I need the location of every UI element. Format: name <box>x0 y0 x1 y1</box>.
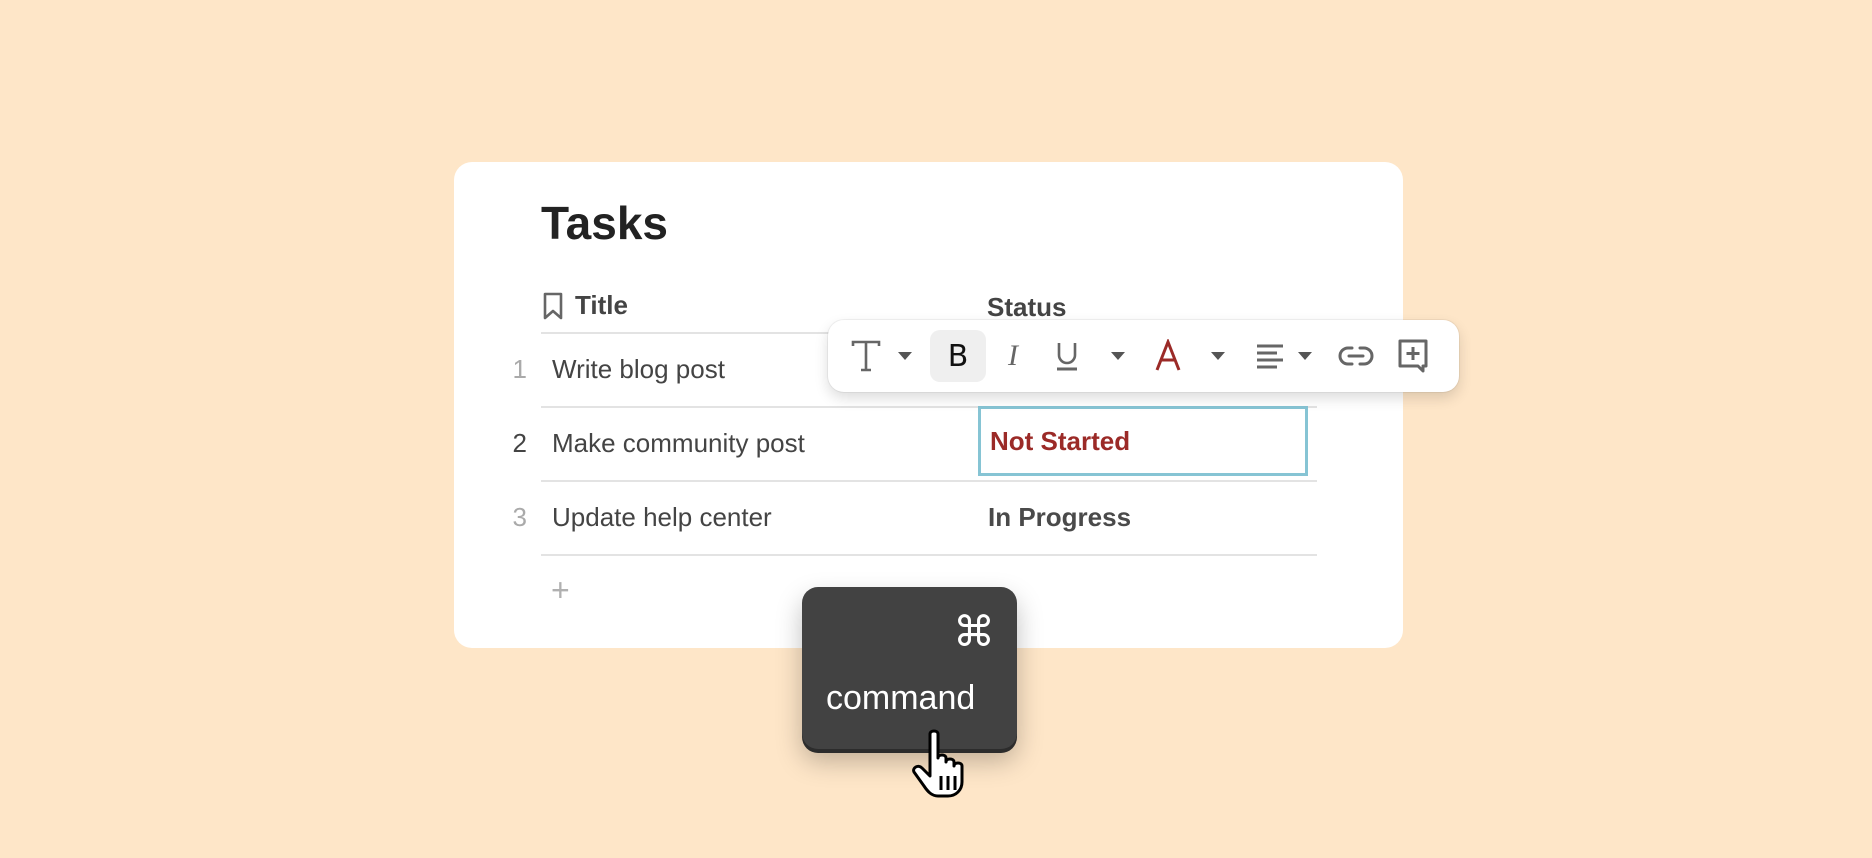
underline-dropdown[interactable] <box>1111 330 1125 382</box>
add-comment-button[interactable] <box>1396 330 1430 382</box>
row-number: 1 <box>512 354 527 384</box>
underline-icon <box>1057 343 1077 371</box>
text-type-dropdown[interactable] <box>898 330 912 382</box>
align-dropdown[interactable] <box>1298 330 1312 382</box>
text-color-icon <box>1155 339 1181 371</box>
caret-down-icon <box>1298 352 1312 360</box>
formatting-toolbar: B I <box>828 320 1459 392</box>
add-comment-icon <box>1398 339 1428 373</box>
row-title-cell[interactable]: Make community post <box>552 428 805 459</box>
text-type-icon <box>851 340 881 372</box>
italic-button[interactable]: I <box>998 330 1028 382</box>
caret-down-icon <box>898 352 912 360</box>
text-type-button[interactable] <box>850 330 882 382</box>
link-icon <box>1338 346 1374 366</box>
row-number: 2 <box>512 428 527 458</box>
italic-icon: I <box>1008 339 1018 372</box>
command-key-label: command <box>826 679 976 717</box>
add-row-button[interactable]: + <box>551 574 570 606</box>
caret-down-icon <box>1211 352 1225 360</box>
page-title: Tasks <box>541 197 669 249</box>
row-title-cell[interactable]: Update help center <box>552 502 772 533</box>
caret-down-icon <box>1111 352 1125 360</box>
bold-button[interactable]: B <box>930 330 986 382</box>
bookmark-icon <box>543 292 563 319</box>
column-header-status[interactable]: Status <box>987 292 1066 323</box>
column-header-title[interactable]: Title <box>541 290 628 321</box>
underline-button[interactable] <box>1052 330 1082 382</box>
align-button[interactable] <box>1254 330 1286 382</box>
command-symbol-icon: ⌘ <box>953 607 995 656</box>
row-number: 3 <box>512 502 527 532</box>
column-title-label: Title <box>575 290 628 320</box>
hand-pointer-cursor-icon <box>912 729 964 798</box>
row-status-cell[interactable]: In Progress <box>988 502 1131 533</box>
row-status-cell-selected[interactable]: Not Started <box>978 406 1308 476</box>
text-color-button[interactable] <box>1153 330 1183 382</box>
table-row[interactable]: 3 Update help center In Progress <box>513 482 1317 556</box>
row-title-cell[interactable]: Write blog post <box>552 354 725 385</box>
table-row[interactable]: 2 Make community post Not Started <box>513 406 1317 482</box>
bold-icon: B <box>947 338 969 374</box>
text-color-dropdown[interactable] <box>1211 330 1225 382</box>
align-left-icon <box>1257 344 1283 369</box>
link-button[interactable] <box>1338 330 1374 382</box>
command-key: ⌘ command <box>802 587 1017 749</box>
